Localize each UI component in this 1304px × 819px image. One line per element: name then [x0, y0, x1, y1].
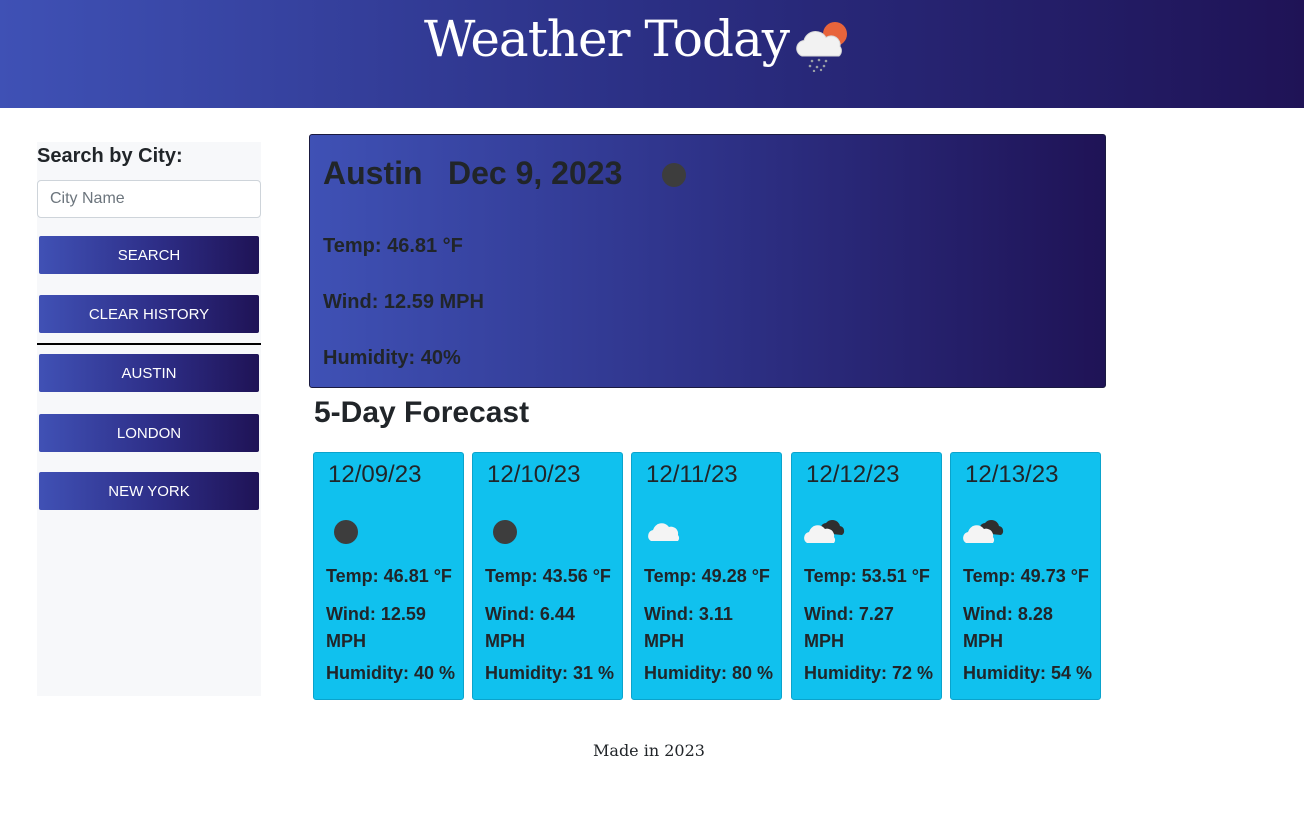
forecast-humidity: Humidity: 72 % [804, 663, 934, 683]
page-title: Weather Today [424, 10, 790, 68]
forecast-card: 12/12/23 Temp: 53.51 °F Wind: 7.27 MPH H… [791, 452, 942, 700]
forecast-wind: Wind: 8.28 MPH [963, 604, 1053, 651]
forecast-wind: Wind: 3.11 MPH [644, 604, 733, 651]
page-header: Weather Today [0, 0, 1304, 108]
current-humidity: Humidity: 40% [323, 347, 461, 369]
current-temp: Temp: 46.81 °F [323, 235, 463, 257]
forecast-card: 12/09/23 Temp: 46.81 °F Wind: 12.59 MPH … [313, 452, 464, 700]
current-wind: Wind: 12.59 MPH [323, 291, 484, 313]
forecast-humidity: Humidity: 80 % [644, 663, 774, 683]
forecast-card: 12/10/23 Temp: 43.56 °F Wind: 6.44 MPH H… [472, 452, 623, 700]
forecast-date: 12/12/23 [806, 461, 900, 488]
clear-night-moon-icon [493, 520, 517, 544]
clear-night-moon-icon [662, 163, 686, 187]
current-city: Austin [323, 155, 423, 191]
forecast-humidity: Humidity: 31 % [485, 663, 615, 683]
clear-night-moon-icon [334, 520, 358, 544]
forecast-humidity: Humidity: 40 % [326, 663, 456, 683]
forecast-card: 12/11/23 Temp: 49.28 °F Wind: 3.11 MPH H… [631, 452, 782, 700]
clear-history-button[interactable]: Clear History [39, 295, 259, 333]
forecast-temp: Temp: 49.73 °F [963, 566, 1089, 586]
forecast-date: 12/09/23 [328, 461, 422, 488]
current-weather-card: Austin Dec 9, 2023 Temp: 46.81 °F Wind: … [309, 134, 1106, 388]
forecast-temp: Temp: 49.28 °F [644, 566, 770, 586]
forecast-temp: Temp: 53.51 °F [804, 566, 930, 586]
forecast-temp: Temp: 46.81 °F [326, 566, 452, 586]
history-button-austin[interactable]: Austin [39, 354, 259, 392]
cloud-sun-rain-icon [796, 22, 847, 72]
search-button[interactable]: Search [39, 236, 259, 274]
search-label: Search by City: [37, 145, 183, 167]
history-divider [37, 343, 261, 345]
forecast-wind: Wind: 7.27 MPH [804, 604, 894, 651]
forecast-wind: Wind: 6.44 MPH [485, 604, 575, 651]
current-date: Dec 9, 2023 [448, 155, 623, 191]
forecast-title: 5-Day Forecast [314, 396, 530, 429]
cloud-icon [648, 523, 679, 541]
broken-clouds-icon [963, 519, 1004, 543]
forecast-date: 12/11/23 [646, 461, 738, 488]
history-button-london[interactable]: London [39, 414, 259, 452]
history-button-new-york[interactable]: New York [39, 472, 259, 510]
search-sidebar: Search by City: Search Clear History Aus… [37, 142, 261, 696]
forecast-temp: Temp: 43.56 °F [485, 566, 611, 586]
page-footer: Made in 2023 [593, 741, 705, 760]
forecast-humidity: Humidity: 54 % [963, 663, 1093, 683]
forecast-date: 12/10/23 [487, 461, 581, 488]
city-search-input[interactable] [37, 180, 261, 218]
forecast-date: 12/13/23 [965, 461, 1059, 488]
broken-clouds-icon [804, 519, 845, 543]
forecast-wind: Wind: 12.59 MPH [326, 604, 426, 651]
forecast-card: 12/13/23 Temp: 49.73 °F Wind: 8.28 MPH H… [950, 452, 1101, 700]
